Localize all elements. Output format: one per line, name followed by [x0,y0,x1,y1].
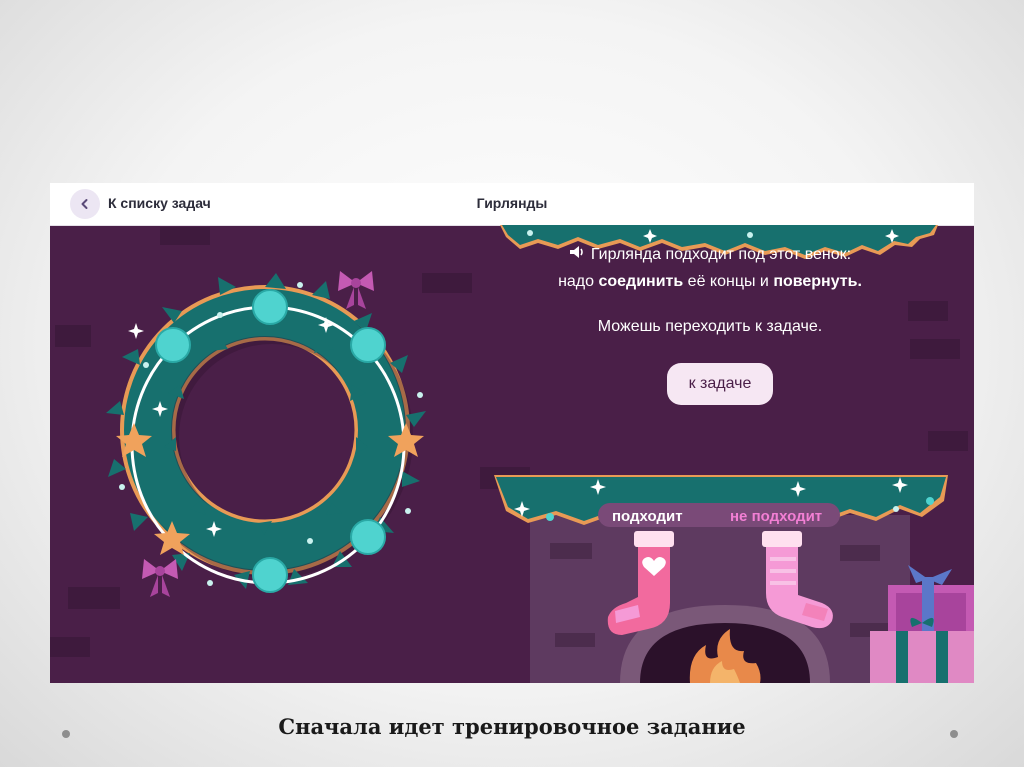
fireplace [530,515,910,683]
slide-caption: Сначала идет тренировочное задание [278,714,746,739]
bow-icon [142,559,178,597]
label-not-fits: не подходит [730,508,823,525]
wreath [106,271,426,597]
page-title: Гирлянды [476,195,548,211]
instruction-message: Гирлянда подходит под этот венок: надо с… [510,241,910,340]
bow-icon [338,271,374,309]
message-line-3: Можешь переходить к задаче. [597,318,823,335]
app-window: К списку задач Гирлянды подходит не подх… [50,183,974,683]
speaker-icon[interactable] [569,245,585,259]
go-to-task-button[interactable]: к задаче [667,363,773,405]
label-fits: подходит [612,508,683,525]
message-line-1: Гирлянда подходит под этот венок: [510,241,910,268]
message-line-2: надо соединить её концы и повернуть. [558,273,862,290]
top-bar: К списку задач Гирлянды [50,183,974,226]
